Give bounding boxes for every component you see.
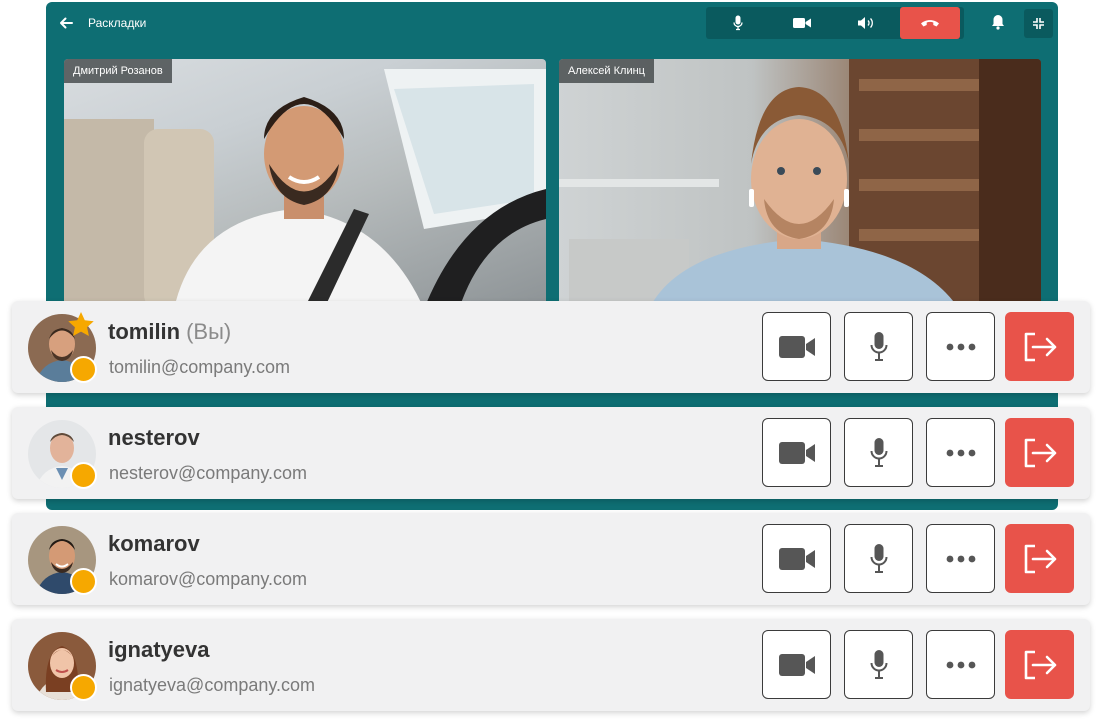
more-options-button[interactable] xyxy=(926,418,995,487)
exit-icon xyxy=(1024,438,1056,467)
camera-icon xyxy=(778,441,815,464)
microphone-icon xyxy=(870,649,887,679)
speaker-toggle-button[interactable] xyxy=(834,7,898,39)
participant-video xyxy=(64,69,546,309)
video-button[interactable] xyxy=(762,630,831,699)
leave-button[interactable] xyxy=(1005,524,1074,593)
call-window-edge xyxy=(82,394,1022,408)
microphone-icon xyxy=(870,437,887,467)
microphone-button[interactable] xyxy=(844,312,913,381)
video-tile-1: Дмитрий Розанов xyxy=(64,59,546,309)
participant-card: tomilin (Вы) tomilin@company.com xyxy=(12,301,1090,393)
more-dots-icon xyxy=(946,343,975,350)
more-options-button[interactable] xyxy=(926,312,995,381)
microphone-button[interactable] xyxy=(844,418,913,487)
host-star-icon xyxy=(68,312,94,336)
status-dot xyxy=(70,568,97,595)
camera-icon xyxy=(793,18,811,28)
tile-participant-name: Алексей Клинц xyxy=(559,59,654,83)
leave-button[interactable] xyxy=(1005,312,1074,381)
exit-icon xyxy=(1024,332,1056,361)
microphone-toggle-button[interactable] xyxy=(706,7,770,39)
speaker-icon xyxy=(858,17,873,29)
microphone-icon xyxy=(870,543,887,573)
video-tile-2: Алексей Клинц xyxy=(559,59,1041,309)
more-dots-icon xyxy=(946,449,975,456)
status-dot xyxy=(70,356,97,383)
more-dots-icon xyxy=(946,661,975,668)
hangup-button[interactable] xyxy=(900,7,960,39)
more-options-button[interactable] xyxy=(926,524,995,593)
exit-icon xyxy=(1024,544,1056,573)
call-title: Раскладки xyxy=(88,16,147,30)
avatar-wrap xyxy=(28,526,97,595)
call-header: Раскладки xyxy=(46,2,1058,44)
hangup-icon xyxy=(921,20,939,27)
camera-icon xyxy=(778,335,815,358)
participant-name: nesterov xyxy=(108,425,200,450)
camera-icon xyxy=(778,653,815,676)
video-button[interactable] xyxy=(762,312,831,381)
participant-email: ignatyeva@company.com xyxy=(109,675,316,695)
microphone-icon xyxy=(733,15,743,31)
exit-icon xyxy=(1024,650,1056,679)
back-arrow-icon[interactable] xyxy=(56,13,76,33)
participant-name: komarov xyxy=(108,531,200,556)
leave-button[interactable] xyxy=(1005,630,1074,699)
video-button[interactable] xyxy=(762,524,831,593)
participant-username: tomilin xyxy=(108,319,181,344)
avatar-wrap xyxy=(28,312,97,383)
shrink-icon[interactable] xyxy=(1024,9,1053,38)
more-dots-icon xyxy=(946,555,975,562)
participant-email: tomilin@company.com xyxy=(109,357,290,377)
call-controls xyxy=(706,7,964,39)
participant-card: nesterov nesterov@company.com xyxy=(12,407,1090,499)
bell-icon[interactable] xyxy=(988,12,1008,32)
avatar-wrap xyxy=(28,632,97,701)
participant-name: tomilin (Вы) xyxy=(108,319,231,345)
participant-card: komarov komarov@company.com xyxy=(12,513,1090,605)
avatar-wrap xyxy=(28,420,97,489)
tile-participant-name: Дмитрий Розанов xyxy=(64,59,172,83)
participant-card: ignatyeva ignatyeva@company.com xyxy=(12,619,1090,711)
camera-icon xyxy=(778,547,815,570)
you-label: (Вы) xyxy=(186,319,232,344)
participant-video xyxy=(559,59,1041,309)
microphone-icon xyxy=(870,331,887,361)
microphone-button[interactable] xyxy=(844,524,913,593)
participant-email: nesterov@company.com xyxy=(109,463,308,483)
camera-toggle-button[interactable] xyxy=(770,7,834,39)
status-dot xyxy=(70,674,97,701)
leave-button[interactable] xyxy=(1005,418,1074,487)
microphone-button[interactable] xyxy=(844,630,913,699)
more-options-button[interactable] xyxy=(926,630,995,699)
participant-name: ignatyeva xyxy=(108,637,210,662)
video-button[interactable] xyxy=(762,418,831,487)
status-dot xyxy=(70,462,97,489)
participant-email: komarov@company.com xyxy=(109,569,307,589)
